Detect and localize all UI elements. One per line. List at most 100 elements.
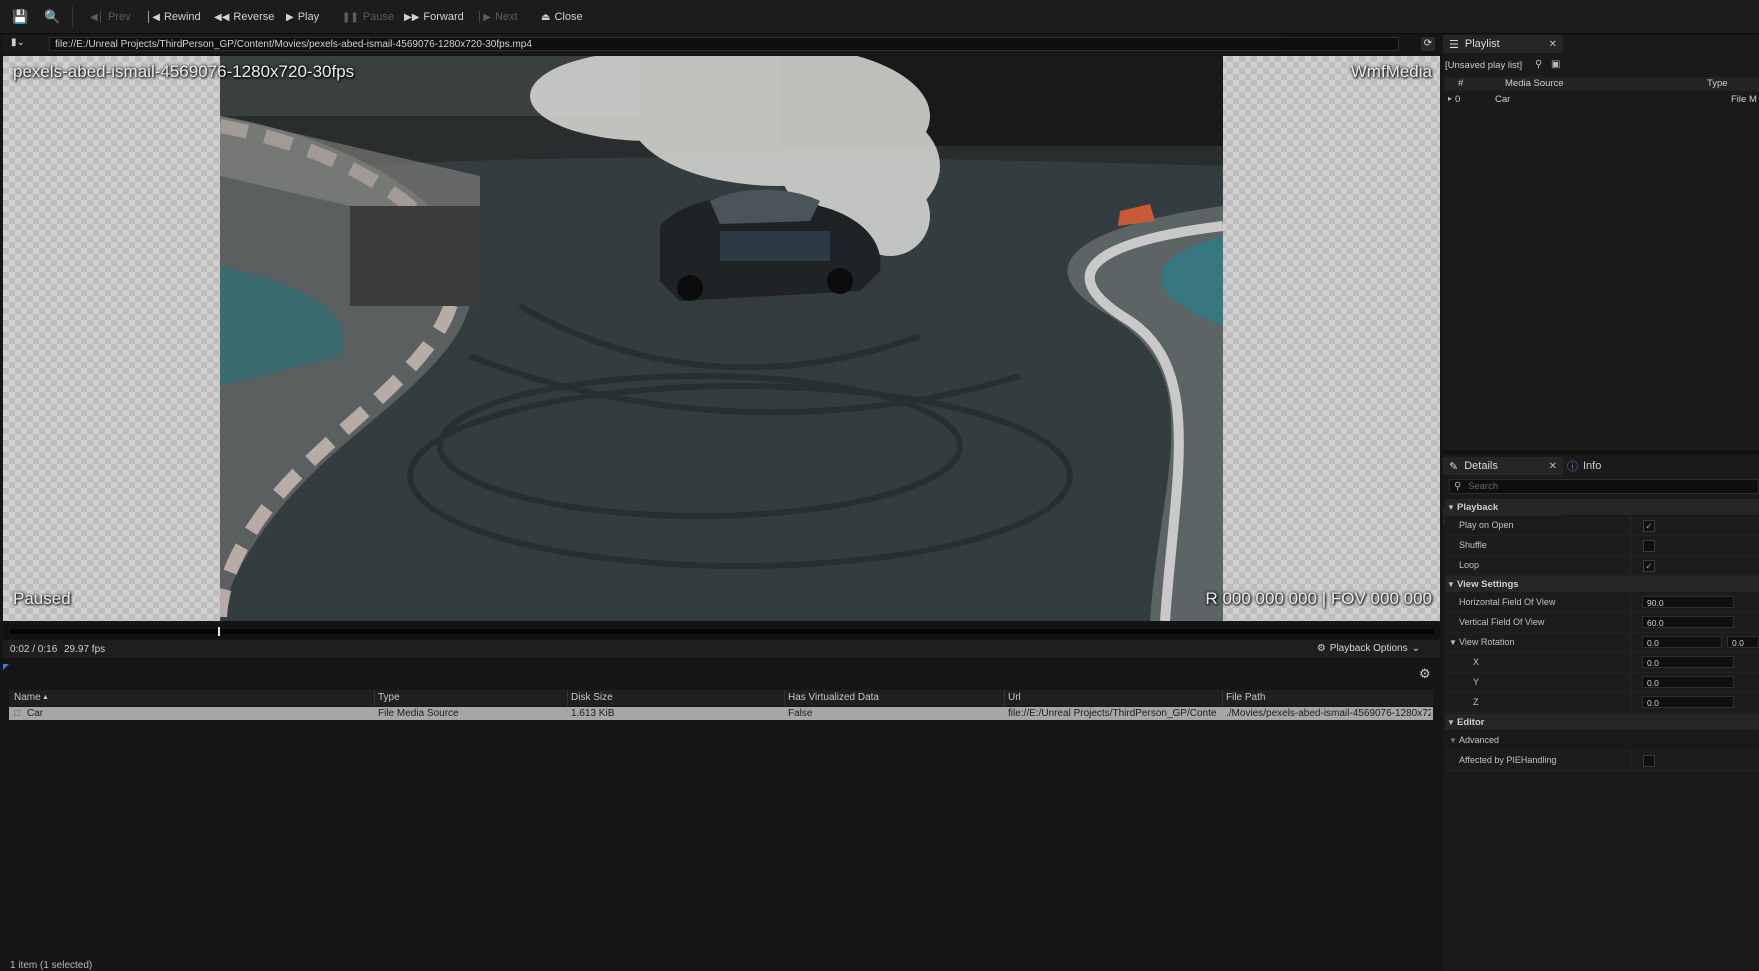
playback-options-dropdown[interactable]: ⚙ Playback Options ⌄ <box>1317 643 1420 654</box>
vfov-input[interactable]: 60.0 <box>1642 616 1734 628</box>
prev-button[interactable]: ◀│ Prev <box>90 8 131 26</box>
prop-label: Vertical Field Of View <box>1459 617 1545 627</box>
playback-status-row: 0:02 / 0:16 29.97 fps ⚙ Playback Options… <box>3 640 1440 658</box>
rewind-icon: │◀ <box>146 11 160 23</box>
rotation-fov-overlay: R 000 000 000 | FOV 000 000 <box>1205 589 1432 608</box>
prop-y: Y 0.0 <box>1445 673 1759 693</box>
next-button[interactable]: │▶ Next <box>477 8 518 26</box>
playlist-row[interactable]: ▸ 0 Car File M <box>1445 93 1759 107</box>
pie-handling-checkbox[interactable] <box>1643 755 1655 767</box>
save-icon[interactable]: 💾 <box>12 9 28 25</box>
x-input[interactable]: 0.0 <box>1642 656 1734 668</box>
pause-button[interactable]: ❚❚ Pause <box>342 8 394 26</box>
info-icon: ⓘ <box>1567 461 1578 473</box>
column-virtualized[interactable]: Has Virtualized Data <box>788 692 879 703</box>
view-rotation-input-b[interactable]: 0.0 <box>1727 636 1759 648</box>
loop-checkbox[interactable]: ✓ <box>1643 560 1655 572</box>
column-type[interactable]: Type <box>378 692 400 703</box>
row-name: Car <box>27 708 44 719</box>
prop-label: Play on Open <box>1459 520 1514 530</box>
close-icon[interactable]: ✕ <box>1549 461 1557 472</box>
playback-state-overlay: Paused <box>13 589 71 608</box>
play-icon: ▶ <box>286 11 294 23</box>
playlist-header: # Media Source Type <box>1445 77 1759 91</box>
search-icon: ⚲ <box>1454 481 1462 492</box>
section-advanced[interactable]: ▼ Advanced <box>1445 731 1759 751</box>
reload-icon[interactable]: ⟳ <box>1421 37 1435 51</box>
prop-label: Z <box>1473 697 1479 707</box>
playback-fps: 29.97 fps <box>64 644 106 655</box>
panel-corner-marker <box>3 664 9 670</box>
rewind-button[interactable]: │◀ Rewind <box>146 8 201 26</box>
playlist-col-type: Type <box>1707 78 1728 89</box>
row-file-path: ./Movies/pexels-abed-ismail-4569076-1280… <box>1226 708 1431 719</box>
reverse-button[interactable]: ◀◀ Reverse <box>214 8 274 26</box>
y-input[interactable]: 0.0 <box>1642 676 1734 688</box>
hfov-input[interactable]: 90.0 <box>1642 596 1734 608</box>
table-row[interactable]: □ Car File Media Source 1.613 KiB False … <box>9 707 1433 720</box>
scrubber-track[interactable] <box>10 629 1434 634</box>
section-view-settings[interactable]: ▼ View Settings <box>1445 576 1759 592</box>
panel-splitter[interactable] <box>1443 450 1759 455</box>
folder-dropdown-icon[interactable]: ▮⌄ <box>11 37 25 48</box>
scrubber-playhead[interactable] <box>217 627 220 636</box>
close-button[interactable]: ⏏ Close <box>541 8 583 26</box>
row-url: file://E:/Unreal Projects/ThirdPerson_GP… <box>1008 708 1217 719</box>
column-url[interactable]: Url <box>1008 692 1021 703</box>
tab-info[interactable]: ⓘ Info <box>1567 457 1601 475</box>
prop-x: X 0.0 <box>1445 653 1759 673</box>
timeline-scrubber[interactable] <box>3 623 1440 639</box>
forward-icon: ▶▶ <box>404 11 420 23</box>
search-placeholder: Search <box>1468 481 1499 492</box>
prop-z: Z 0.0 <box>1445 693 1759 713</box>
section-editor[interactable]: ▼ Editor <box>1445 714 1759 730</box>
prop-hfov: Horizontal Field Of View 90.0 <box>1445 593 1759 613</box>
playback-options-label: Playback Options <box>1329 643 1408 654</box>
url-field[interactable]: file://E:/Unreal Projects/ThirdPerson_GP… <box>49 37 1399 51</box>
playback-time: 0:02 / 0:16 <box>10 644 58 655</box>
next-label: Next <box>494 11 518 23</box>
reverse-icon: ◀◀ <box>214 11 230 23</box>
section-playback[interactable]: ▼ Playback <box>1445 499 1759 515</box>
prop-label: View Rotation <box>1459 637 1515 647</box>
rewind-label: Rewind <box>163 11 201 23</box>
file-icon: □ <box>14 708 21 719</box>
forward-label: Forward <box>423 11 464 23</box>
prev-label: Prev <box>107 11 131 23</box>
tab-playlist-label: Playlist <box>1464 38 1500 50</box>
settings-gear-icon[interactable]: ⚙ <box>1419 666 1431 682</box>
tab-info-label: Info <box>1583 460 1602 472</box>
details-search-input[interactable]: ⚲ Search <box>1449 479 1759 494</box>
prop-label: Shuffle <box>1459 540 1487 550</box>
close-icon[interactable]: ✕ <box>1549 39 1557 50</box>
browse-asset-icon[interactable]: 🔍 <box>44 9 60 25</box>
gear-icon: ⚙ <box>1316 643 1326 654</box>
column-name[interactable]: Name <box>14 692 41 703</box>
play-on-open-checkbox[interactable]: ✓ <box>1643 520 1655 532</box>
playlist-row-index: 0 <box>1455 94 1461 105</box>
search-icon[interactable]: ⚲ <box>1535 59 1542 70</box>
play-button[interactable]: ▶ Play <box>286 8 319 26</box>
prop-pie-handling: Affected by PIEHandling <box>1445 751 1759 771</box>
prop-view-rotation: ▼ View Rotation 0.0 0.0 <box>1445 633 1759 653</box>
media-viewport[interactable]: pexels-abed-ismail-4569076-1280x720-30fp… <box>3 56 1440 621</box>
save-playlist-icon[interactable]: ▣ <box>1551 59 1560 70</box>
column-separator <box>567 690 568 706</box>
column-disk-size[interactable]: Disk Size <box>571 692 613 703</box>
shuffle-checkbox[interactable] <box>1643 540 1655 552</box>
playlist-row-type: File M <box>1731 94 1757 105</box>
tab-details-button[interactable]: ✎ Details ✕ <box>1443 457 1563 475</box>
column-file-path[interactable]: File Path <box>1226 692 1265 703</box>
prop-vfov: Vertical Field Of View 60.0 <box>1445 613 1759 633</box>
prop-label: Loop <box>1459 560 1480 570</box>
view-rotation-input-a[interactable]: 0.0 <box>1642 636 1722 648</box>
tab-playlist[interactable]: ☰ Playlist ✕ <box>1443 35 1563 53</box>
eject-icon: ⏏ <box>541 11 551 23</box>
z-input[interactable]: 0.0 <box>1642 696 1734 708</box>
asset-list-header: Name ▲ Type Disk Size Has Virtualized Da… <box>9 690 1433 706</box>
playlist-icon: ☰ <box>1449 38 1459 51</box>
row-disk-size: 1.613 KiB <box>571 708 615 719</box>
row-virtualized: False <box>788 708 813 719</box>
playlist-row-source: Car <box>1495 94 1511 105</box>
forward-button[interactable]: ▶▶ Forward <box>404 8 464 26</box>
